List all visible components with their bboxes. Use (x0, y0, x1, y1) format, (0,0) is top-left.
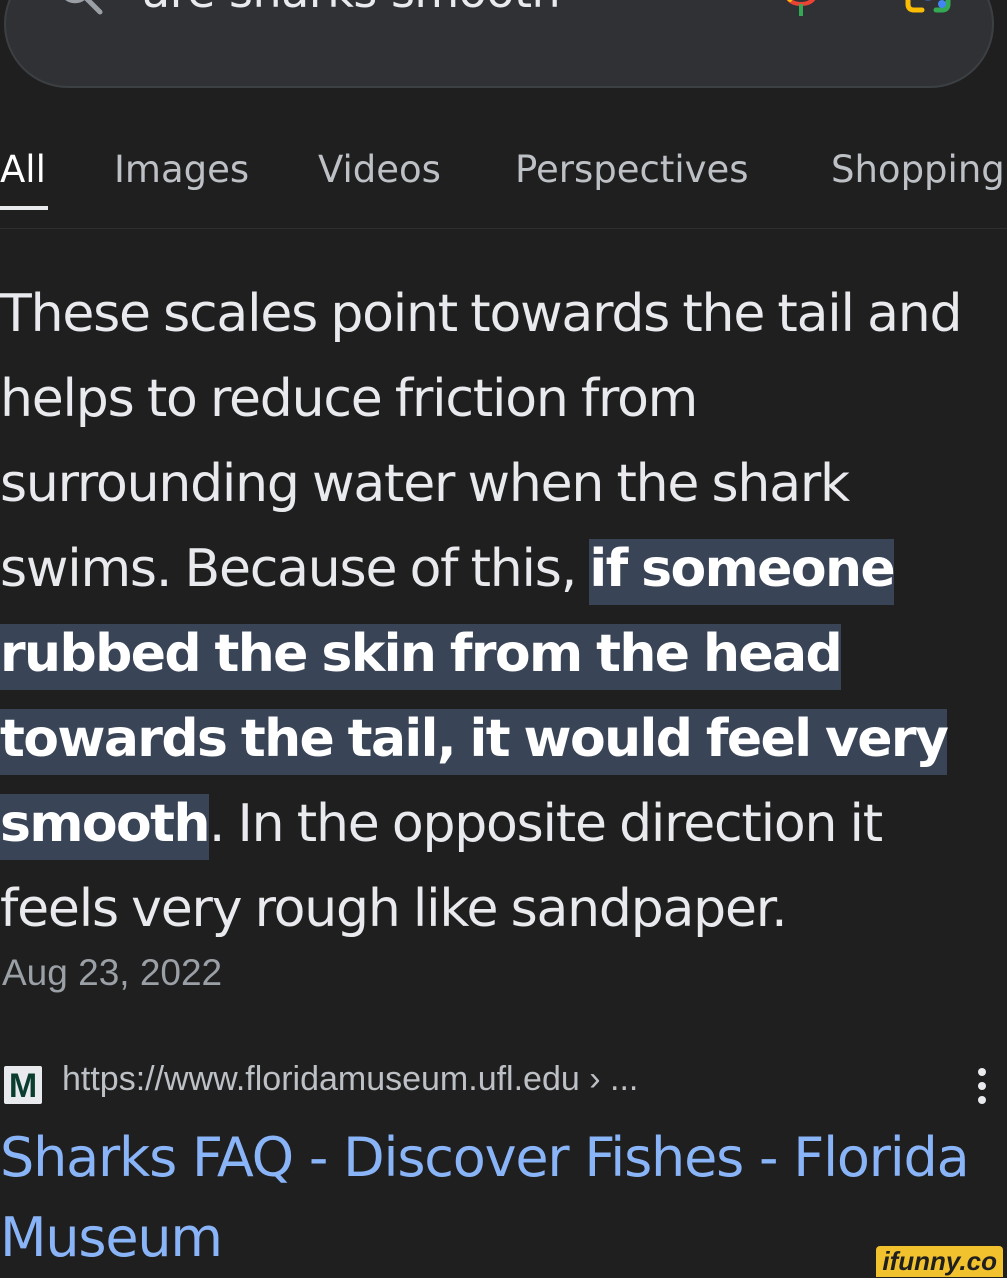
tabs-divider (0, 228, 1007, 229)
search-tabs: All Images Videos Perspectives Shopping (0, 148, 1007, 228)
active-tab-indicator (0, 206, 48, 210)
tab-perspectives[interactable]: Perspectives (515, 148, 749, 191)
featured-snippet: These scales point towards the tail and … (0, 272, 1007, 952)
favicon-logo: M (8, 1067, 38, 1105)
tab-images[interactable]: Images (114, 148, 249, 191)
result-url[interactable]: https://www.floridamuseum.ufl.edu › ... (62, 1060, 638, 1099)
tab-all[interactable]: All (0, 148, 46, 191)
tab-videos[interactable]: Videos (318, 148, 441, 191)
site-favicon: M (4, 1066, 42, 1105)
tab-shopping[interactable]: Shopping (831, 148, 1005, 191)
mic-icon[interactable] (776, 0, 826, 20)
search-input[interactable]: are sharks smooth (142, 0, 561, 18)
search-icon (65, 0, 103, 15)
search-bar[interactable]: are sharks smooth (4, 0, 994, 88)
snippet-date: Aug 23, 2022 (2, 952, 223, 993)
result-title-link[interactable]: Sharks FAQ - Discover Fishes - Florida M… (0, 1118, 1000, 1278)
ifunny-watermark: ifunny.co (876, 1246, 1003, 1277)
more-vert-icon[interactable] (972, 1066, 992, 1106)
lens-icon[interactable] (902, 0, 954, 16)
